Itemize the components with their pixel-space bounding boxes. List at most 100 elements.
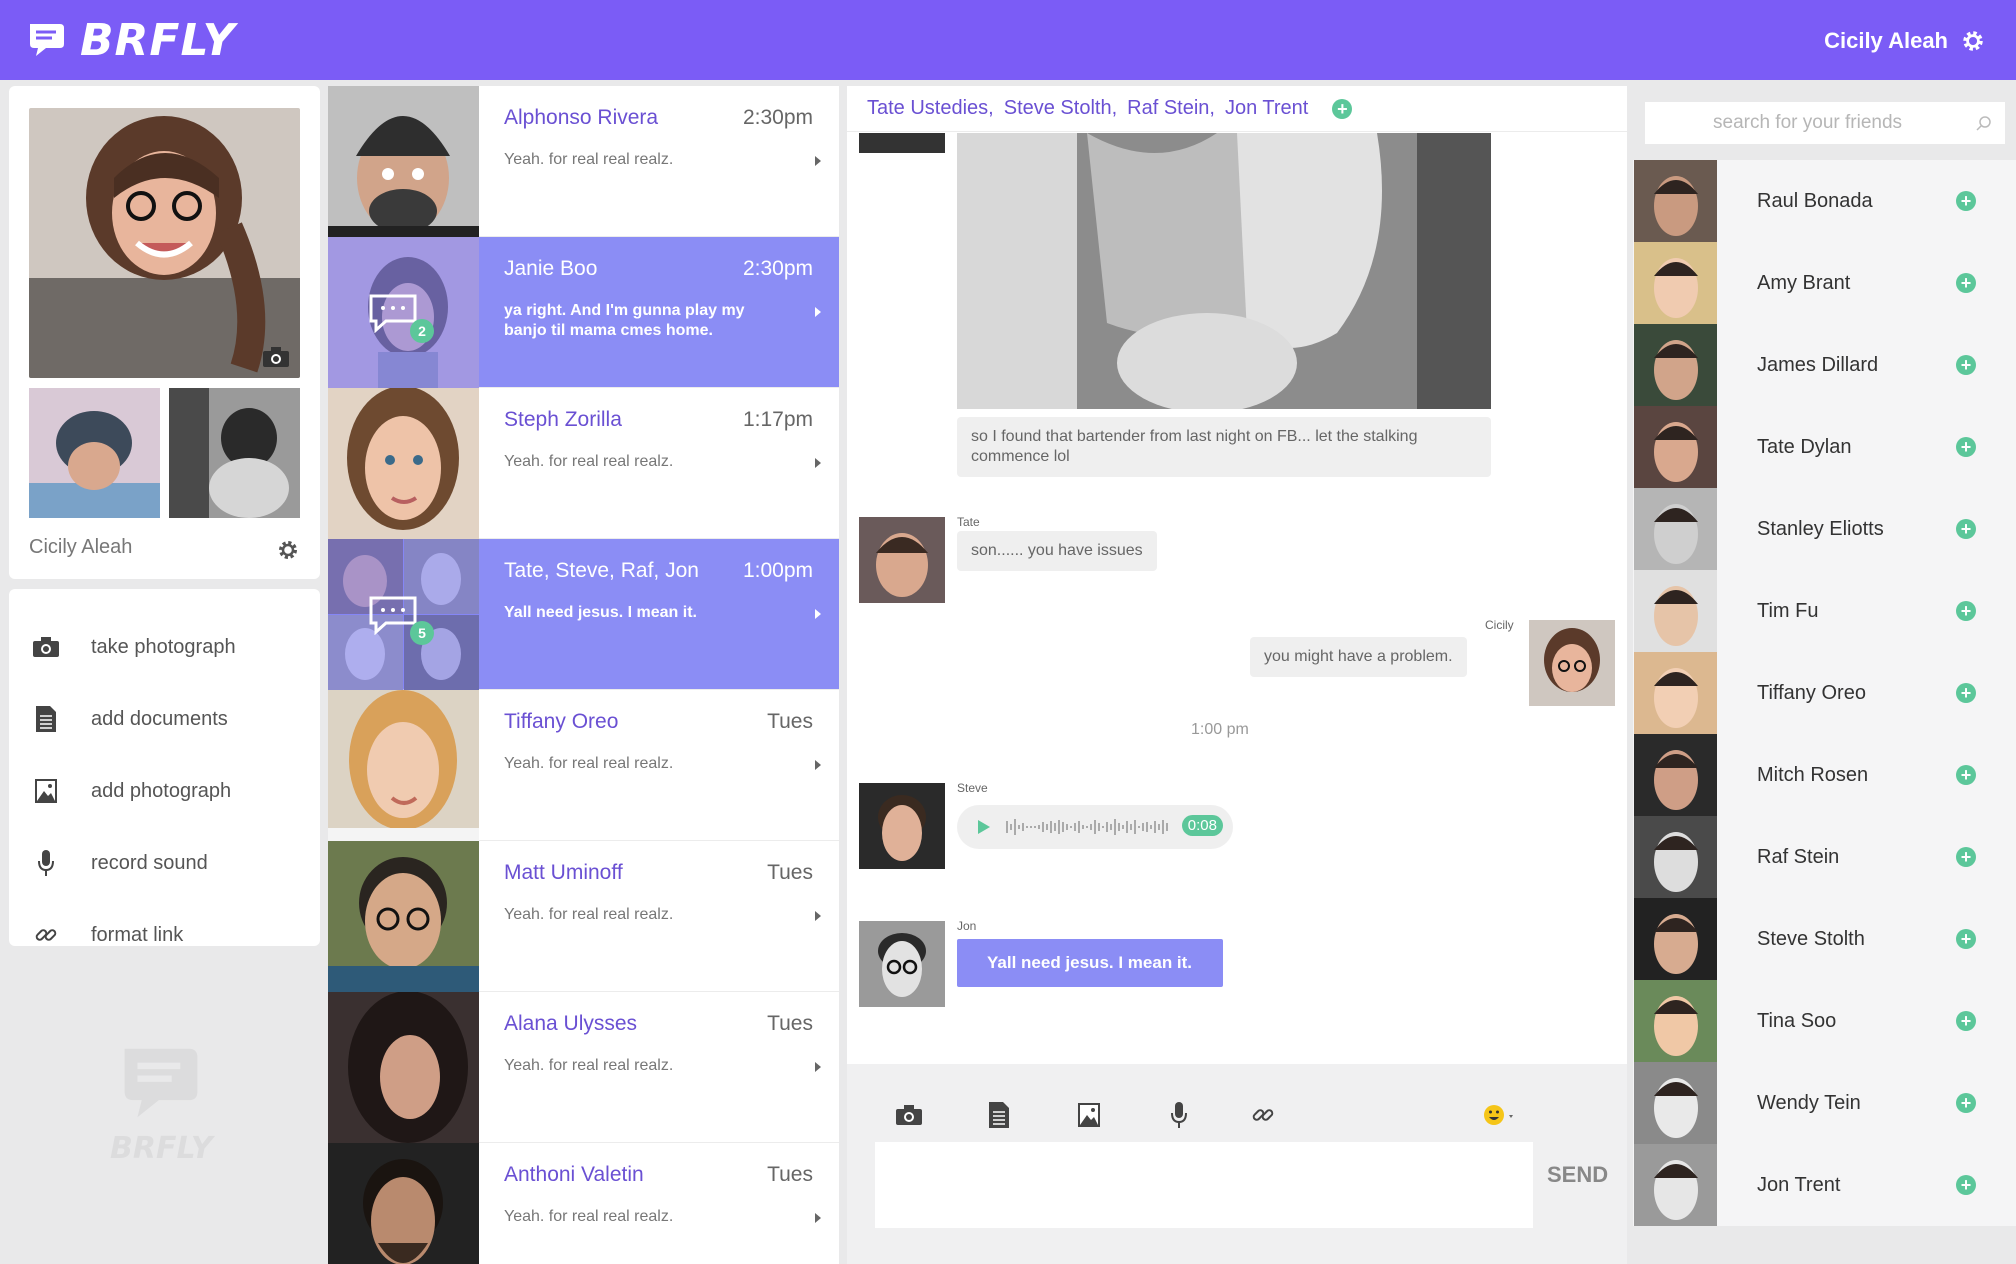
friend-name: Tim Fu [1757,599,1819,622]
gear-icon[interactable] [276,538,300,562]
friend-row[interactable]: Stanley Eliotts + [1633,488,2016,570]
conversation-time: 2:30pm [742,106,813,129]
add-friend-button[interactable]: + [1956,601,1976,621]
take-photograph-action[interactable]: take photograph [9,611,320,683]
camera-icon[interactable] [891,1098,927,1132]
friend-row[interactable]: Wendy Tein + [1633,1062,2016,1144]
friend-avatar [1634,734,1717,816]
friend-name: Wendy Tein [1757,1091,1861,1114]
friend-row[interactable]: Mitch Rosen + [1633,734,2016,816]
search-icon[interactable] [1975,114,1993,132]
participant-name[interactable]: Tate Ustedies, [867,97,994,120]
image-icon [31,776,61,806]
message-avatar[interactable] [859,921,945,1007]
conversation-time: 1:17pm [742,408,813,431]
record-sound-action[interactable]: record sound [9,827,320,899]
friend-avatar [1634,406,1717,488]
conversation-time: Tues [767,1163,813,1186]
conversation-time: Tues [767,1012,813,1035]
actions-menu: take photograph add documents add photog… [9,589,320,946]
participant-name[interactable]: Jon Trent [1225,97,1308,120]
conversation-preview: Yall need jesus. I mean it. [504,604,697,621]
message-avatar[interactable] [859,783,945,869]
friend-row[interactable]: Jon Trent + [1633,1144,2016,1226]
friend-row[interactable]: Tate Dylan + [1633,406,2016,488]
conversation-time: Tues [767,861,813,884]
message-bubble-own: Yall need jesus. I mean it. [957,939,1223,987]
camera-icon[interactable] [262,346,290,368]
add-participant-button[interactable]: + [1332,98,1353,119]
friend-name: Tina Soo [1757,1009,1837,1032]
conversation-item[interactable]: Matt Uminoff Tues Yeah. for real real re… [328,841,839,992]
gear-icon[interactable] [1960,28,1986,54]
message-avatar[interactable] [859,517,945,603]
profile-thumb-2[interactable] [169,388,300,518]
friend-row[interactable]: Tina Soo + [1633,980,2016,1062]
friend-row[interactable]: Raul Bonada + [1633,160,2016,242]
friend-row[interactable]: Tim Fu + [1633,570,2016,652]
shared-photo[interactable] [957,133,1491,409]
audio-message[interactable]: 0:08 [957,805,1233,849]
conversation-item[interactable]: Alphonso Rivera 2:30pm Yeah. for real re… [328,86,839,237]
friend-row[interactable]: Raf Stein + [1633,816,2016,898]
add-friend-button[interactable]: + [1956,765,1976,785]
add-friend-button[interactable]: + [1956,1011,1976,1031]
conversation-item[interactable]: Tiffany Oreo Tues Yeah. for real real re… [328,690,839,841]
link-icon[interactable] [1245,1098,1281,1132]
message-avatar[interactable] [1529,620,1615,706]
profile-photo[interactable] [29,108,300,378]
add-friend-button[interactable]: + [1956,355,1976,375]
add-friend-button[interactable]: + [1956,847,1976,867]
add-friend-button[interactable]: + [1956,519,1976,539]
conversation-item[interactable]: 5 Tate, Steve, Raf, Jon 1:00pm Yall need… [328,539,839,690]
document-icon[interactable] [981,1098,1017,1132]
logo-icon [124,1048,198,1118]
search-input[interactable] [1645,102,2005,144]
add-friend-button[interactable]: + [1956,929,1976,949]
friend-row[interactable]: Tiffany Oreo + [1633,652,2016,734]
friend-row[interactable]: Steve Stolth + [1633,898,2016,980]
app-logo[interactable]: BRFLY [26,15,236,66]
add-friend-button[interactable]: + [1956,273,1976,293]
conversation-preview: Yeah. for real real realz. [504,755,674,772]
friend-row[interactable]: James Dillard + [1633,324,2016,406]
message-bubble: son...... you have issues [957,531,1157,571]
add-documents-action[interactable]: add documents [9,683,320,755]
message-input[interactable] [875,1142,1533,1228]
conversation-item[interactable]: 2 Janie Boo 2:30pm ya right. And I'm gun… [328,237,839,388]
unread-badge: 5 [410,621,434,645]
friend-avatar [1634,324,1717,406]
add-friend-button[interactable]: + [1956,1175,1976,1195]
conversation-avatar: 5 [328,539,479,690]
conversation-list: Alphonso Rivera 2:30pm Yeah. for real re… [328,86,839,1264]
document-icon [31,704,61,734]
emoji-picker-icon[interactable] [1483,1098,1519,1132]
friend-avatar [1634,242,1717,324]
add-friend-button[interactable]: + [1956,1093,1976,1113]
add-friend-button[interactable]: + [1956,683,1976,703]
friend-row[interactable]: Amy Brant + [1633,242,2016,324]
image-icon[interactable] [1071,1098,1107,1132]
conversation-time: 2:30pm [742,257,813,280]
microphone-icon[interactable] [1161,1098,1197,1132]
friend-avatar [1634,898,1717,980]
add-photograph-action[interactable]: add photograph [9,755,320,827]
profile-name: Cicily Aleah [29,536,133,558]
message-sender: Steve [957,781,988,795]
friend-avatar [1634,160,1717,242]
participant-name[interactable]: Raf Stein, [1127,97,1215,120]
conversation-item[interactable]: Anthoni Valetin Tues Yeah. for real real… [328,1143,839,1264]
play-icon[interactable] [977,819,991,835]
profile-thumb-1[interactable] [29,388,160,518]
header-user-name[interactable]: Cicily Aleah [1824,28,1948,54]
brfly-watermark: BRFLY [110,1040,213,1166]
add-friend-button[interactable]: + [1956,437,1976,457]
send-button[interactable]: SEND [1547,1162,1608,1188]
participant-name[interactable]: Steve Stolth, [1004,97,1117,120]
conversation-item[interactable]: Steph Zorilla 1:17pm Yeah. for real real… [328,388,839,539]
conversation-item[interactable]: Alana Ulysses Tues Yeah. for real real r… [328,992,839,1143]
format-link-action[interactable]: format link [9,899,320,971]
add-friend-button[interactable]: + [1956,191,1976,211]
friend-avatar [1634,1144,1717,1226]
friend-name: Raul Bonada [1757,189,1873,212]
